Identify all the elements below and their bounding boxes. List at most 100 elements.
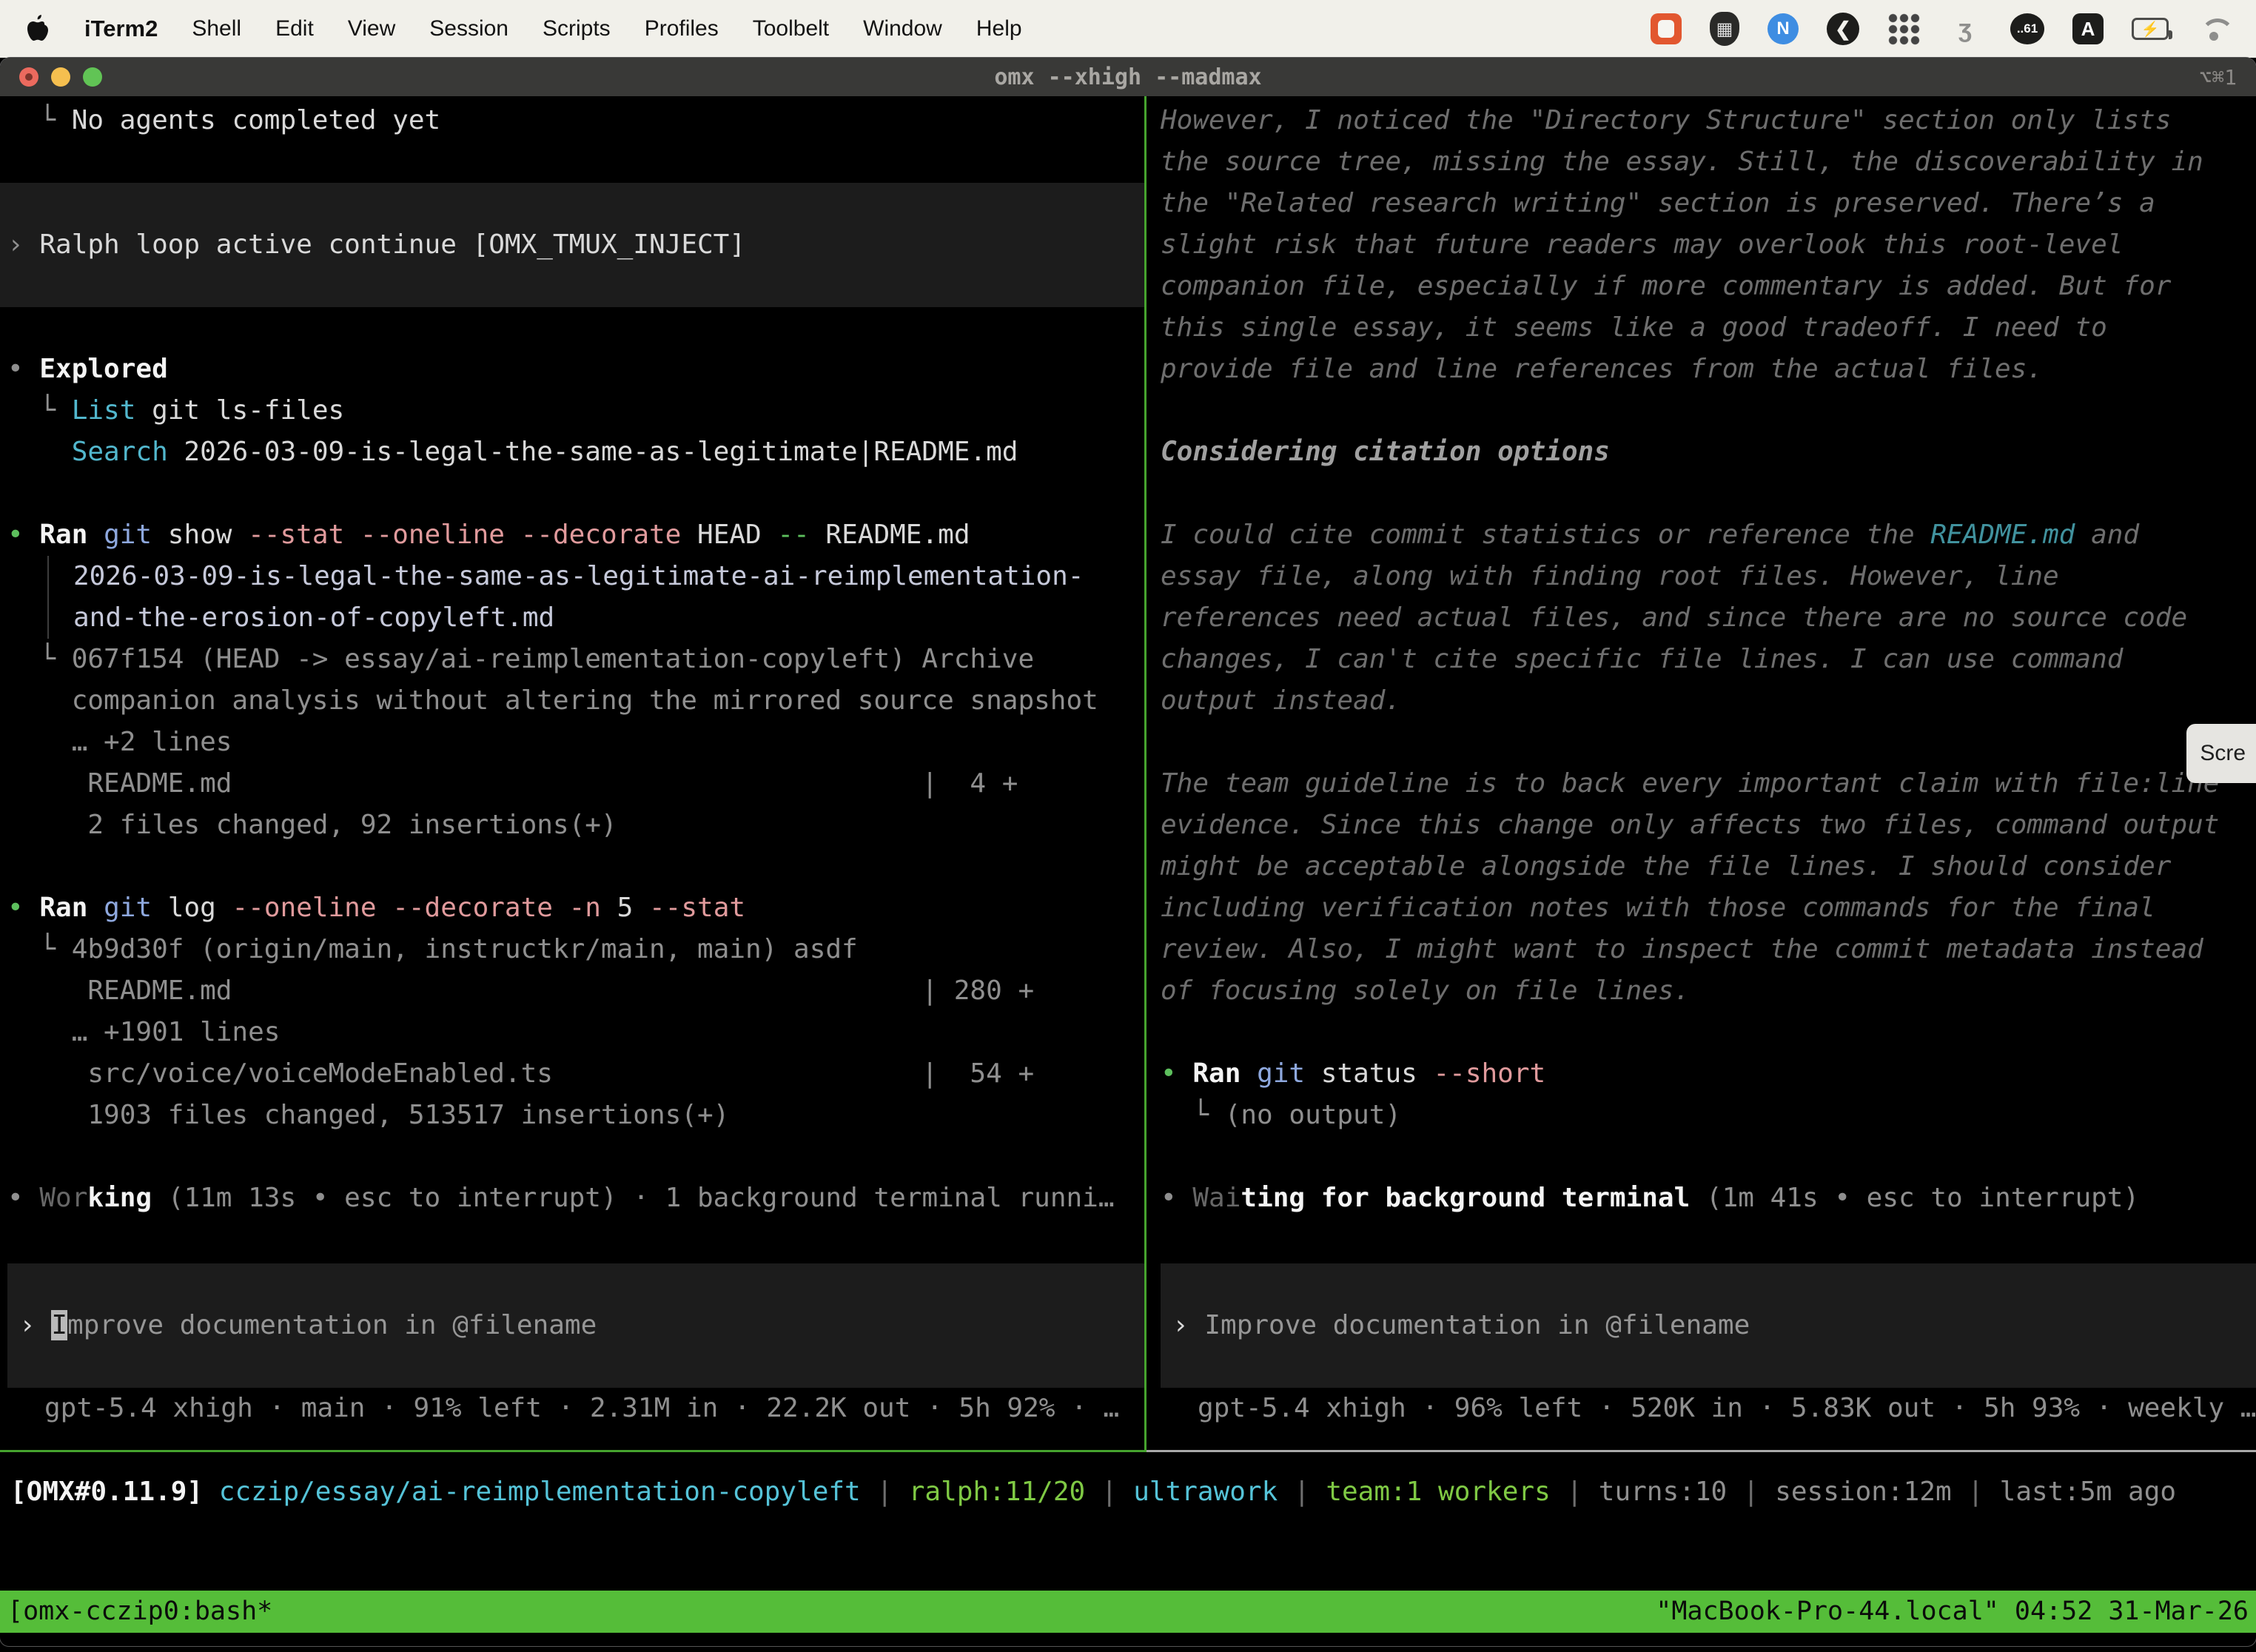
terminal-line: › Improve documentation in @filename <box>1172 1305 2256 1346</box>
terminal-line <box>1161 473 2256 514</box>
terminal-line: essay file, along with finding root file… <box>1161 556 2256 597</box>
terminal-line <box>7 307 1144 349</box>
terminal-line: › Improve documentation in @filename <box>19 1305 1144 1346</box>
terminal-line: • Waiting for background terminal (1m 41… <box>1161 1178 2256 1219</box>
tmux-host-clock: "MacBook-Pro-44.local" 04:52 31-Mar-26 <box>1656 1591 2249 1633</box>
terminal-line: evidence. Since this change only affects… <box>1161 805 2256 846</box>
terminal-line: • Explored <box>7 349 1144 390</box>
menu-item-edit[interactable]: Edit <box>275 16 314 41</box>
menu-item-window[interactable]: Window <box>863 16 942 41</box>
terminal-line: references need actual files, and since … <box>1161 597 2256 639</box>
menu-item-session[interactable]: Session <box>429 16 508 41</box>
terminal-line: might be acceptable alongside the file l… <box>1161 846 2256 887</box>
iterm-window: omx --xhigh --madmax ⌥⌘1 └ No agents com… <box>0 58 2256 1646</box>
terminal-line: • Ran git status --short <box>1161 1053 2256 1095</box>
terminal-line: output instead. <box>1161 680 2256 722</box>
window-title: omx --xhigh --madmax <box>0 64 2256 90</box>
terminal-line: 2 files changed, 92 insertions(+) <box>7 805 1144 846</box>
right-session-status: gpt-5.4 xhigh · 96% left · 520K in · 5.8… <box>1161 1388 2256 1429</box>
terminal-line: • Ran git show --stat --oneline --decora… <box>7 514 1144 556</box>
terminal-line: └ 4b9d30f (origin/main, instructkr/main,… <box>7 929 1144 970</box>
terminal-line: provide file and line references from th… <box>1161 349 2256 390</box>
terminal-line: slight risk that future readers may over… <box>1161 224 2256 266</box>
terminal-area: └ No agents completed yet › Ralph loop ac… <box>0 96 2256 1450</box>
terminal-line: companion analysis without altering the … <box>7 680 1144 722</box>
terminal-line <box>7 846 1144 887</box>
menu-item-scripts[interactable]: Scripts <box>543 16 611 41</box>
left-session-status: gpt-5.4 xhigh · main · 91% left · 2.31M … <box>7 1388 1144 1429</box>
terminal-line: • Working (11m 13s • esc to interrupt) ·… <box>7 1178 1144 1219</box>
terminal-line: └ List git ls-files <box>7 390 1144 432</box>
left-terminal-pane[interactable]: └ No agents completed yet › Ralph loop ac… <box>0 96 1144 1450</box>
terminal-line: review. Also, I might want to inspect th… <box>1161 929 2256 970</box>
terminal-line <box>7 1136 1144 1178</box>
terminal-line: The team guideline is to back every impo… <box>1161 763 2256 805</box>
menu-app-name[interactable]: iTerm2 <box>84 16 158 42</box>
terminal-line <box>7 141 1144 183</box>
shield-app-icon[interactable]: ▦ <box>1710 12 1739 46</box>
terminal-line: this single essay, it seems like a good … <box>1161 307 2256 349</box>
menu-bar: iTerm2 Shell Edit View Session Scripts Profil… <box>0 0 2256 58</box>
terminal-line: Considering citation options <box>1161 432 2256 473</box>
right-terminal-pane[interactable]: However, I noticed the "Directory Struct… <box>1147 96 2256 1450</box>
terminal-line: └ (no output) <box>1161 1095 2256 1136</box>
wifi-icon[interactable] <box>2197 14 2231 44</box>
a-app-icon[interactable]: A <box>2072 13 2104 44</box>
terminal-line: 1903 files changed, 513517 insertions(+) <box>7 1095 1144 1136</box>
terminal-line <box>1161 1012 2256 1053</box>
terminal-line <box>1161 390 2256 432</box>
dots-grid-icon[interactable] <box>1887 13 1920 45</box>
terminal-line <box>1161 722 2256 763</box>
left-prompt-input[interactable]: › Improve documentation in @filename <box>7 1263 1144 1388</box>
battery-charging-icon[interactable]: ⚡ <box>2132 18 2169 40</box>
menu-item-profiles[interactable]: Profiles <box>645 16 719 41</box>
terminal-line: … +2 lines <box>7 722 1144 763</box>
terminal-line: and-the-erosion-of-copyleft.md <box>47 597 1144 639</box>
kaleidoscope-app-icon[interactable]: ❮ <box>1827 13 1859 45</box>
terminal-line: the "Related research writing" section i… <box>1161 183 2256 224</box>
chat-app-icon[interactable] <box>1651 13 1682 44</box>
terminal-line: including verification notes with those … <box>1161 887 2256 929</box>
terminal-line: • Ran git log --oneline --decorate -n 5 … <box>7 887 1144 929</box>
apple-menu-icon[interactable] <box>25 14 50 44</box>
terminal-line: └ 067f154 (HEAD -> essay/ai-reimplementa… <box>7 639 1144 680</box>
omx-status-bar: [OMX#0.11.9] cczip/essay/ai-reimplementa… <box>0 1452 2256 1591</box>
tmux-status-bar: [omx-cczip0:bash* "MacBook-Pro-44.local"… <box>0 1591 2256 1633</box>
terminal-line: gpt-5.4 xhigh · 96% left · 520K in · 5.8… <box>1198 1388 2256 1429</box>
terminal-line: 2026-03-09-is-legal-the-same-as-legitima… <box>47 556 1144 597</box>
menu-item-help[interactable]: Help <box>976 16 1022 41</box>
terminal-line: … +1901 lines <box>7 1012 1144 1053</box>
terminal-line: └ No agents completed yet <box>7 100 1144 141</box>
pane-bottom-border <box>0 1450 2256 1452</box>
terminal-line: [OMX#0.11.9] cczip/essay/ai-reimplementa… <box>10 1471 2256 1513</box>
right-prompt-input[interactable]: › Improve documentation in @filename <box>1161 1263 2256 1388</box>
left-pane-output: └ No agents completed yet › Ralph loop ac… <box>7 100 1144 1219</box>
terminal-line: the source tree, missing the essay. Stil… <box>1161 141 2256 183</box>
menu-item-toolbelt[interactable]: Toolbelt <box>753 16 829 41</box>
terminal-line <box>7 266 1144 307</box>
title-bar[interactable]: omx --xhigh --madmax ⌥⌘1 <box>0 58 2256 96</box>
right-pane-output: However, I noticed the "Directory Struct… <box>1161 100 2256 1219</box>
window-shortcut-badge: ⌥⌘1 <box>2199 65 2237 90</box>
terminal-line: › Ralph loop active continue [OMX_TMUX_I… <box>7 224 1144 266</box>
hook-app-icon[interactable]: ʒ <box>1948 12 1982 46</box>
terminal-line <box>7 473 1144 514</box>
terminal-line <box>1161 1136 2256 1178</box>
menu-item-view[interactable]: View <box>348 16 395 41</box>
terminal-line: README.md | 280 + <box>7 970 1144 1012</box>
terminal-line: README.md | 4 + <box>7 763 1144 805</box>
tmux-session-label: [omx-cczip0:bash* <box>7 1591 272 1633</box>
terminal-line: I could cite commit statistics or refere… <box>1161 514 2256 556</box>
terminal-line: changes, I can't cite specific file line… <box>1161 639 2256 680</box>
terminal-line: gpt-5.4 xhigh · main · 91% left · 2.31M … <box>44 1388 1144 1429</box>
terminal-line <box>7 183 1144 224</box>
terminal-line: companion file, especially if more comme… <box>1161 266 2256 307</box>
terminal-line: src/voice/voiceModeEnabled.ts | 54 + <box>7 1053 1144 1095</box>
menu-item-shell[interactable]: Shell <box>192 16 241 41</box>
terminal-line: Search 2026-03-09-is-legal-the-same-as-l… <box>7 432 1144 473</box>
screen-tooltip: Scre <box>2186 724 2256 783</box>
terminal-line: However, I noticed the "Directory Struct… <box>1161 100 2256 141</box>
compass-app-icon[interactable]: N <box>1767 13 1799 44</box>
battery-percent-icon[interactable]: ..61 <box>2010 13 2044 44</box>
terminal-line: of focusing solely on file lines. <box>1161 970 2256 1012</box>
